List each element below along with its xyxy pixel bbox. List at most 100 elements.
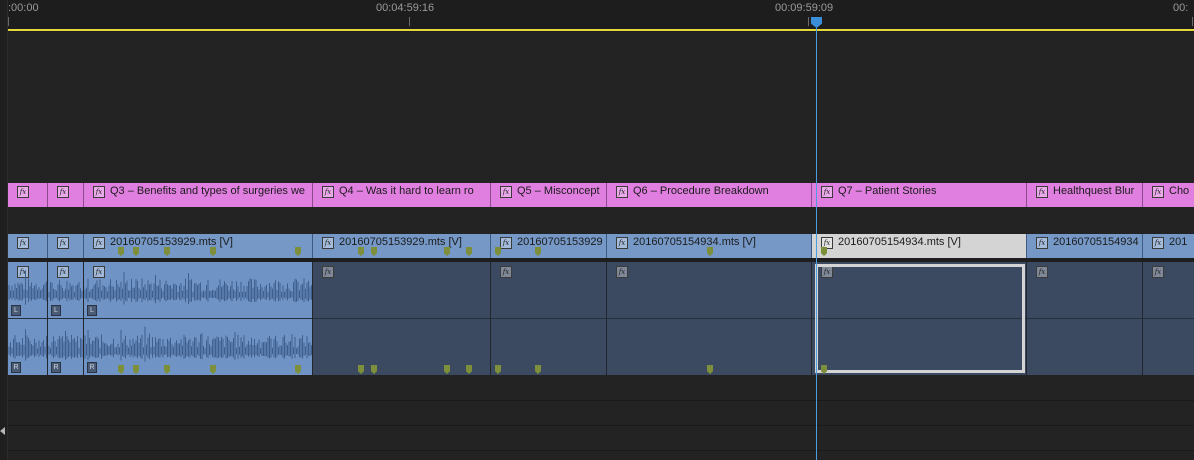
timecode-label: 00:04:59:16 (376, 2, 435, 14)
fx-badge-icon: fx (57, 186, 69, 198)
graphics-clip[interactable]: fx Q6 – Procedure Breakdown (607, 183, 812, 207)
time-ruler[interactable]: :00:00 00:04:59:16 00:09:59:09 00: (0, 0, 1194, 32)
empty-audio-track-a4 (8, 426, 1194, 451)
ruler-tick (1192, 17, 1193, 26)
fx-badge-icon: fx (500, 237, 512, 249)
clip-label: Q7 – Patient Stories (838, 185, 937, 197)
fx-badge-icon: fx (616, 266, 628, 278)
clip-label: Healthquest Blur (1053, 185, 1135, 197)
clip-label: 20160705153929.mts [V] (339, 236, 462, 248)
fx-badge-icon: fx (57, 237, 69, 249)
graphics-clip[interactable]: fx Healthquest Blur (1027, 183, 1143, 207)
channel-label-right: R (11, 362, 21, 373)
audio-clip[interactable]: fx (607, 262, 812, 375)
fx-badge-icon: fx (1152, 186, 1164, 198)
waveform-path (8, 271, 47, 305)
fx-badge-icon: fx (1152, 237, 1164, 249)
graphics-clip[interactable]: fx Q4 – Was it hard to learn ro (313, 183, 491, 207)
channel-divider (1027, 318, 1142, 319)
graphics-clip[interactable]: fx (8, 183, 48, 207)
fx-badge-icon: fx (500, 186, 512, 198)
channel-label-left: L (51, 305, 61, 316)
channel-divider (8, 318, 47, 319)
timecode-label: :00:00 (8, 2, 39, 14)
video-clip[interactable]: fx 201 (1143, 234, 1194, 258)
channel-divider (607, 318, 811, 319)
fx-badge-icon: fx (500, 266, 512, 278)
audio-clip[interactable]: fx L R (8, 262, 48, 375)
clip-label: Cho (1169, 185, 1190, 197)
fx-badge-icon: fx (322, 266, 334, 278)
track-spacer (8, 208, 1194, 233)
fx-badge-icon: fx (1036, 186, 1048, 198)
audio-clip[interactable]: fx L R (48, 262, 84, 375)
playhead-line[interactable] (816, 22, 817, 460)
clip-label: Q5 – Misconcept (517, 185, 600, 197)
waveform-path (48, 280, 83, 302)
timecode-label: 00:09:59:09 (775, 2, 834, 14)
video-clip[interactable]: fx 20160705154934 (1027, 234, 1143, 258)
clip-label: Q6 – Procedure Breakdown (633, 185, 769, 197)
scroll-left-icon[interactable] (0, 427, 5, 435)
audio-clip[interactable]: fx (1143, 262, 1194, 375)
waveform-path (84, 326, 312, 362)
video-clip[interactable]: fx (48, 234, 84, 258)
fx-badge-icon: fx (322, 186, 334, 198)
graphics-clip[interactable]: fx Q3 – Benefits and types of surgeries … (84, 183, 313, 207)
fx-badge-icon: fx (616, 186, 628, 198)
fx-badge-icon: fx (821, 186, 833, 198)
fx-badge-icon: fx (1036, 266, 1048, 278)
work-area-bar[interactable] (8, 29, 1194, 31)
fx-badge-icon: fx (93, 186, 105, 198)
graphics-clip[interactable]: fx Cho (1143, 183, 1194, 207)
clip-label: 20160705153929 (517, 236, 603, 248)
waveform-path (84, 272, 312, 305)
clip-label: 20160705154934 (1053, 236, 1139, 248)
audio-clip[interactable]: fx (491, 262, 607, 375)
graphics-clip[interactable]: fx Q7 – Patient Stories (812, 183, 1027, 207)
video-clip-selected[interactable]: fx 20160705154934.mts [V] (812, 234, 1027, 258)
clip-label: 20160705154934.mts [V] (633, 236, 756, 248)
graphics-clip[interactable]: fx (48, 183, 84, 207)
empty-video-tracks (8, 32, 1194, 182)
graphics-clip[interactable]: fx Q5 – Misconcept (491, 183, 607, 207)
video-clip[interactable]: fx 20160705153929.mts [V] (84, 234, 313, 258)
fx-badge-icon: fx (93, 237, 105, 249)
track-header-edge (0, 0, 8, 460)
empty-audio-track-a3 (8, 401, 1194, 426)
fx-badge-icon: fx (17, 186, 29, 198)
channel-divider (313, 318, 490, 319)
fx-badge-icon: fx (322, 237, 334, 249)
ruler-tick (8, 17, 9, 26)
fx-badge-icon: fx (1036, 237, 1048, 249)
video-clip[interactable]: fx 20160705153929 (491, 234, 607, 258)
video-clip[interactable]: fx 20160705153929.mts [V] (313, 234, 491, 258)
clip-label: 201 (1169, 236, 1188, 248)
clip-label: Q4 – Was it hard to learn ro (339, 185, 474, 197)
channel-divider (1143, 318, 1194, 319)
timecode-label: 00: (1173, 2, 1189, 14)
channel-label-right: R (87, 362, 97, 373)
channel-label-left: L (11, 305, 21, 316)
channel-divider (48, 318, 83, 319)
fx-badge-icon: fx (1152, 266, 1164, 278)
audio-clip[interactable]: fx L R (84, 262, 313, 375)
fx-badge-icon: fx (616, 237, 628, 249)
video-clip[interactable]: fx (8, 234, 48, 258)
ruler-tick (808, 17, 809, 26)
channel-divider (84, 318, 312, 319)
empty-audio-track-a2 (8, 376, 1194, 401)
audio-clip[interactable]: fx (1027, 262, 1143, 375)
fx-badge-icon: fx (17, 237, 29, 249)
ruler-tick (409, 17, 410, 26)
audio-clip[interactable]: fx (313, 262, 491, 375)
clip-label: 20160705153929.mts [V] (110, 236, 233, 248)
channel-label-left: L (87, 305, 97, 316)
clip-label: Q3 – Benefits and types of surgeries we (110, 185, 306, 197)
selection-outline (815, 264, 1025, 373)
clip-label: 20160705154934.mts [V] (838, 236, 961, 248)
channel-label-right: R (51, 362, 61, 373)
channel-divider (491, 318, 606, 319)
waveform-path (8, 329, 47, 361)
waveform-path (48, 330, 83, 361)
